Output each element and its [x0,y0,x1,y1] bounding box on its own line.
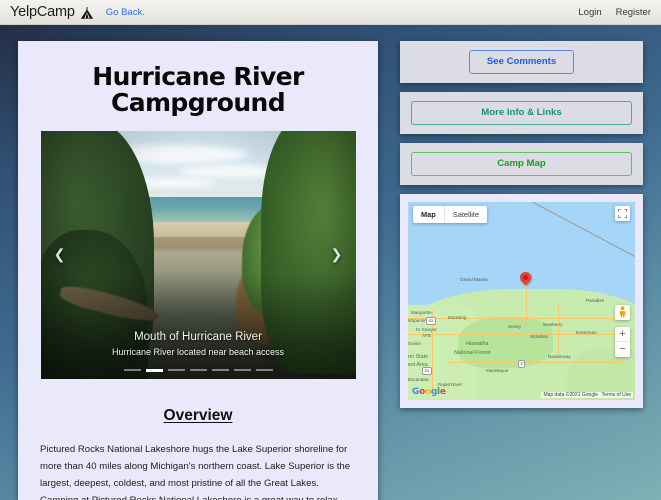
map-place-label: Naubinway [548,353,571,359]
overview-heading: Overview [163,406,233,424]
carousel-indicator[interactable] [167,368,185,371]
brand-label: YelpCamp [10,4,75,20]
map-type-satellite[interactable]: Satellite [443,205,487,223]
carousel-indicators [41,368,356,372]
carousel-indicator[interactable] [255,368,273,371]
map-attribution: Map data ©2021 Google [541,391,600,398]
map-place-label: Eckerman [576,329,597,335]
photo-carousel[interactable]: Mouth of Hurricane River Hurricane River… [40,130,356,379]
map-road [558,301,560,354]
carousel-prev-button[interactable]: ❮ [47,242,73,268]
fullscreen-icon[interactable] [615,205,630,221]
overview-text: Pictured Rocks National Lakeshore hugs t… [40,443,351,500]
page-title: Hurricane River Campground [92,62,304,118]
campground-card: Hurricane River Campground Mouth of Hurr… [18,41,378,500]
map-park-label: nn State [408,353,429,360]
map-place-label: AFB [422,332,431,338]
zoom-out-button[interactable]: − [615,342,630,357]
google-logo-letter: e [439,386,446,397]
map-card: Map Satellite + − Google Map data ©2021 … [400,193,643,408]
zoom-in-button[interactable]: + [615,327,630,342]
map-road [408,317,618,320]
map-route-shield: 2 [518,359,526,368]
map-route-shield: 41 [422,366,432,375]
map-park-label: National Forest [454,349,491,356]
map-place-label: Marquette [411,309,432,315]
map-place-label: Munising [448,314,467,320]
carousel-caption-subtitle: Hurricane River located near beach acces… [111,346,285,357]
map-route-shield: 41 [426,316,436,325]
see-comments-button[interactable]: See Comments [469,50,574,74]
google-logo: Google [412,387,446,397]
brand[interactable]: YelpCamp [10,4,94,20]
map-place-label: Seney [508,323,522,329]
carousel-indicator[interactable] [211,368,229,371]
map-place-label: Escanaba [408,376,429,382]
map-place-label: Manistique [486,367,509,373]
camp-map-card: Camp Map [400,142,643,185]
map-place-label: Paradise [586,297,605,303]
more-info-card: More Info & Links [400,91,643,134]
map-park-label: Hiawatha [466,340,489,347]
map-place-label: Newberry [543,321,563,327]
map-place-label: McMillan [530,333,549,339]
google-map[interactable]: Map Satellite + − Google Map data ©2021 … [408,201,635,400]
carousel-next-button[interactable]: ❯ [324,242,350,268]
street-view-pegman-icon[interactable] [615,304,630,320]
carousel-indicator[interactable] [123,368,141,371]
login-link[interactable]: Login [578,7,601,18]
left-column: Hurricane River Campground Mouth of Hurr… [18,41,378,500]
map-place-label: Grand Marais [460,276,488,282]
carousel-caption: Mouth of Hurricane River Hurricane River… [41,331,356,357]
more-info-button[interactable]: More Info & Links [411,100,632,125]
go-back-link[interactable]: Go Back. [106,7,145,18]
map-type-map[interactable]: Map [413,206,444,223]
navbar-right: Login Register [578,7,651,18]
map-zoom-controls[interactable]: + − [615,326,630,357]
map-type-toggle[interactable]: Map Satellite [413,205,488,223]
comments-card: See Comments [400,41,643,83]
map-road [448,361,623,364]
page-root: YelpCamp Go Back. Login Register Hurrica… [0,0,661,500]
carousel-indicator[interactable] [189,368,207,371]
navbar: YelpCamp Go Back. Login Register [0,0,661,25]
carousel-indicator[interactable] [145,368,163,372]
camp-map-button[interactable]: Camp Map [411,151,632,176]
carousel-caption-title: Mouth of Hurricane River [134,330,262,343]
caption-shade [40,274,356,379]
map-place-label: KI Sawyer [416,326,437,332]
carousel-indicator[interactable] [233,368,251,371]
right-sidebar: See Comments More Info & Links Camp Map [400,41,643,500]
map-road [526,279,528,324]
content-area: Hurricane River Campground Mouth of Hurr… [0,25,661,500]
tent-icon [80,6,94,20]
register-link[interactable]: Register [616,7,651,18]
map-place-label: Gwinn [408,340,422,346]
map-terms-link[interactable]: Terms of Use [599,391,633,398]
